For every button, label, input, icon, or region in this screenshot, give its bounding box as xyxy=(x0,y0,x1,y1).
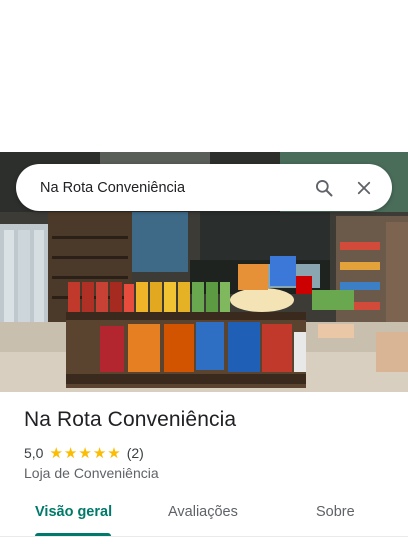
tab-bar: Visão geral Avaliações Sobre xyxy=(0,496,408,537)
tab-reviews[interactable]: Avaliações xyxy=(168,504,238,520)
review-count[interactable]: (2) xyxy=(127,445,144,461)
active-tab-indicator xyxy=(35,533,111,536)
place-category[interactable]: Loja de Conveniência xyxy=(24,465,159,481)
close-icon[interactable] xyxy=(344,168,384,208)
star-icon: ★ xyxy=(49,444,63,462)
star-icon: ★ xyxy=(92,444,107,462)
search-icon[interactable] xyxy=(304,168,344,208)
search-input[interactable]: Na Rota Conveniência xyxy=(40,180,304,196)
tab-overview[interactable]: Visão geral xyxy=(35,504,112,520)
rating-value: 5,0 xyxy=(24,445,44,461)
rating-row[interactable]: 5,0 ★ ★ ★ ★ ★ (2) xyxy=(24,444,144,462)
star-icon: ★ xyxy=(78,444,92,462)
star-icon: ★ xyxy=(63,444,78,462)
tab-about[interactable]: Sobre xyxy=(316,504,355,520)
place-title: Na Rota Conveniência xyxy=(24,408,237,431)
search-bar[interactable]: Na Rota Conveniência xyxy=(16,164,392,211)
rating-stars: ★ ★ ★ ★ ★ xyxy=(49,446,121,461)
star-icon: ★ xyxy=(107,444,121,462)
